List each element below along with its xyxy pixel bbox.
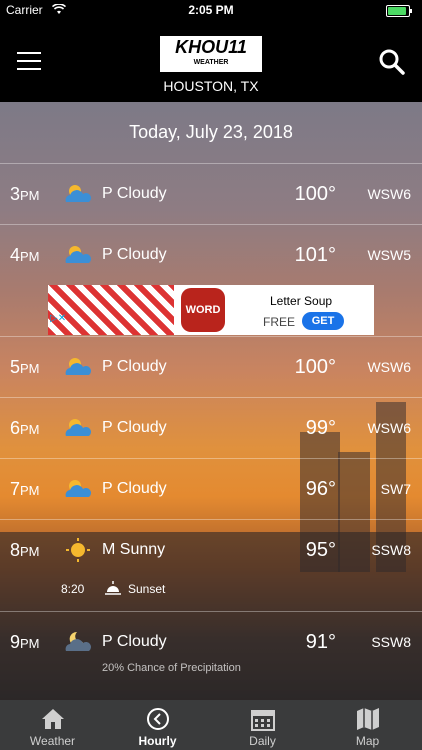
tab-label: Daily bbox=[249, 734, 276, 748]
sunset-icon bbox=[105, 581, 121, 595]
hour-label: 3 bbox=[10, 184, 21, 204]
hour-row[interactable]: 7PM P Cloudy 96° SW7 bbox=[0, 458, 422, 519]
hour-row[interactable]: 4PM P Cloudy 101° WSW5 bbox=[0, 224, 422, 285]
sunset-time: 8:20 bbox=[61, 582, 85, 596]
condition-label: P Cloudy bbox=[102, 185, 167, 202]
temperature-label: 101° bbox=[294, 244, 336, 266]
ad-title: Letter Soup bbox=[270, 294, 333, 308]
precipitation-chance: 20% Chance of Precipitation bbox=[102, 662, 241, 674]
map-icon bbox=[357, 708, 379, 730]
condition-label: M Sunny bbox=[102, 541, 166, 558]
condition-label: P Cloudy bbox=[102, 246, 167, 263]
ampm-label: PM bbox=[20, 188, 40, 203]
partly-cloudy-icon bbox=[65, 358, 91, 375]
temperature-label: 100° bbox=[294, 183, 336, 205]
night-cloudy-icon bbox=[65, 631, 91, 651]
hour-row[interactable]: 3PM P Cloudy 100° WSW6 bbox=[0, 163, 422, 224]
partly-cloudy-icon bbox=[65, 185, 91, 202]
battery-icon bbox=[386, 5, 412, 17]
partly-cloudy-icon bbox=[65, 480, 91, 497]
tab-hourly[interactable]: Hourly bbox=[105, 700, 210, 750]
tab-map[interactable]: Map bbox=[315, 700, 420, 750]
wind-label: WSW6 bbox=[367, 420, 411, 436]
wind-label: SSW8 bbox=[371, 634, 411, 650]
hour-row[interactable]: 5PM P Cloudy 100° WSW6 bbox=[0, 336, 422, 397]
wind-label: WSW6 bbox=[367, 359, 411, 375]
location-label: HOUSTON, TX bbox=[163, 78, 259, 94]
sunny-icon bbox=[66, 538, 90, 562]
temperature-label: 91° bbox=[305, 631, 336, 653]
wind-label: WSW6 bbox=[367, 186, 411, 202]
condition-label: P Cloudy bbox=[102, 358, 167, 375]
ampm-label: PM bbox=[20, 361, 40, 376]
temperature-label: 96° bbox=[305, 478, 336, 500]
hour-row[interactable]: 6PM P Cloudy 99° WSW6 bbox=[0, 397, 422, 458]
ad-image bbox=[48, 285, 174, 335]
temperature-label: 95° bbox=[305, 539, 336, 561]
tab-daily[interactable]: Daily bbox=[210, 700, 315, 750]
ad-get-button[interactable]: GET bbox=[302, 312, 344, 330]
tab-label: Hourly bbox=[138, 734, 177, 748]
status-bar: Carrier 2:05 PM bbox=[0, 0, 422, 20]
station-logo: KHOU11 WEATHER bbox=[160, 36, 262, 72]
ampm-label: PM bbox=[20, 249, 40, 264]
hour-label: 9 bbox=[10, 632, 21, 652]
ad-banner[interactable]: ▷✕ WORD Letter Soup FREE GET bbox=[48, 285, 374, 335]
ampm-label: PM bbox=[20, 544, 40, 559]
condition-label: P Cloudy bbox=[102, 633, 167, 650]
home-icon bbox=[42, 709, 64, 729]
condition-label: P Cloudy bbox=[102, 419, 167, 436]
hour-label: 5 bbox=[10, 357, 21, 377]
tab-label: Weather bbox=[29, 734, 76, 748]
ampm-label: PM bbox=[20, 483, 40, 498]
temperature-label: 100° bbox=[294, 356, 336, 378]
menu-button[interactable] bbox=[17, 52, 41, 70]
partly-cloudy-icon bbox=[65, 246, 91, 263]
tab-bar: Weather Hourly Daily Map bbox=[0, 700, 422, 750]
app-header: KHOU11 WEATHER HOUSTON, TX bbox=[0, 20, 422, 102]
status-time: 2:05 PM bbox=[188, 3, 234, 17]
ampm-label: PM bbox=[20, 636, 40, 651]
hour-label: 7 bbox=[10, 479, 21, 499]
hour-row[interactable]: 8PM M Sunny 95° SSW8 bbox=[0, 519, 422, 580]
date-header: Today, July 23, 2018 bbox=[129, 122, 293, 142]
logo-subtext: WEATHER bbox=[193, 59, 229, 66]
hour-label: 4 bbox=[10, 245, 21, 265]
ad-app-icon: WORD bbox=[181, 288, 225, 332]
ad-choices-icon[interactable]: ▷✕ bbox=[50, 313, 66, 325]
wind-label: SSW8 bbox=[371, 542, 411, 558]
tab-weather[interactable]: Weather bbox=[0, 700, 105, 750]
wind-label: WSW5 bbox=[367, 247, 411, 263]
ad-free-label: FREE bbox=[263, 315, 296, 329]
hour-label: 6 bbox=[10, 418, 21, 438]
clock-icon bbox=[147, 708, 169, 730]
partly-cloudy-icon bbox=[65, 419, 91, 436]
ampm-label: PM bbox=[20, 422, 40, 437]
calendar-icon bbox=[251, 710, 275, 731]
temperature-label: 99° bbox=[305, 417, 336, 439]
search-button[interactable] bbox=[378, 48, 406, 76]
sunset-row: 8:20 Sunset bbox=[0, 572, 422, 612]
hour-label: 8 bbox=[10, 540, 21, 560]
condition-label: P Cloudy bbox=[102, 480, 167, 497]
tab-label: Map bbox=[355, 734, 380, 748]
sunset-label: Sunset bbox=[128, 582, 166, 596]
wind-label: SW7 bbox=[380, 481, 411, 497]
logo-text: KHOU11 bbox=[175, 37, 247, 57]
search-icon bbox=[379, 49, 405, 75]
